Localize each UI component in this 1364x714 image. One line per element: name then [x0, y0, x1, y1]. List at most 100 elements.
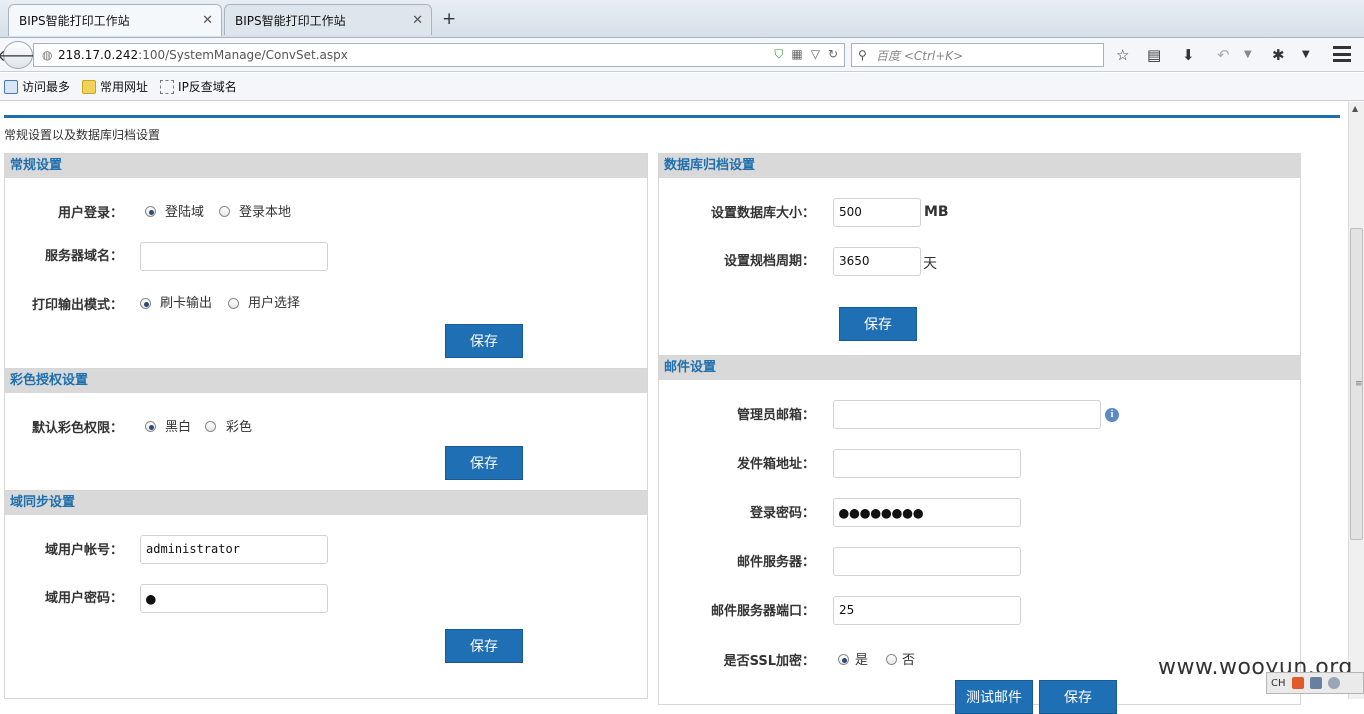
mail-port-label: 邮件服务器端口： — [710, 604, 815, 619]
tab-active[interactable]: BIPS智能打印工作站 ✕ — [8, 4, 222, 36]
globe-icon: ◍ — [42, 48, 53, 62]
domain-sync-panel: 域同步设置 域用户帐号： administrator 域用户密码： ● 保存 — [4, 490, 648, 699]
radio-label: 否 — [902, 653, 916, 668]
domain-account-input[interactable]: administrator — [140, 535, 328, 564]
mail-password-input[interactable]: ●●●●●●●● — [833, 498, 1021, 527]
dropdown-icon[interactable]: ▽ — [811, 47, 820, 62]
chevron-down-icon[interactable]: ▼ — [1302, 49, 1310, 60]
url-text: 218.17.0.242:100/SystemManage/ConvSet.as… — [58, 48, 348, 62]
radio-label: 登陆域 — [165, 205, 205, 220]
archive-period-input[interactable]: 3650 — [833, 247, 921, 276]
star-icon[interactable]: ☆ — [1116, 46, 1129, 64]
login-label: 用户登录： — [57, 206, 123, 221]
mail-server-input[interactable] — [833, 547, 1021, 576]
address-bar[interactable]: ◍ 218.17.0.242:100/SystemManage/ConvSet.… — [33, 43, 845, 67]
db-size-label: 设置数据库大小： — [710, 206, 815, 221]
general-save-button[interactable]: 保存 — [445, 324, 523, 358]
radio-label: 是 — [855, 653, 869, 668]
scrollbar-thumb[interactable]: ≡ — [1350, 228, 1363, 540]
radio-label: 黑白 — [165, 420, 192, 435]
extension-icon[interactable]: ✱ — [1272, 46, 1285, 64]
mail-server-label: 邮件服务器： — [736, 555, 815, 570]
scroll-up-icon[interactable]: ▲ — [1352, 104, 1358, 113]
color-color-radio[interactable] — [205, 421, 216, 432]
folder-icon — [82, 79, 97, 94]
print-mode-user-radio[interactable] — [228, 298, 239, 309]
clipboard-icon[interactable]: ▤ — [1147, 46, 1161, 64]
ssl-label: 是否SSL加密： — [723, 654, 815, 669]
info-icon[interactable]: i — [1105, 408, 1119, 422]
divider — [4, 115, 1340, 118]
domain-password-label: 域用户密码： — [44, 591, 123, 606]
search-bar[interactable]: ⚲ 百度 <Ctrl+K> — [851, 43, 1104, 67]
db-size-input[interactable]: 500 — [833, 198, 921, 227]
panel-heading: 常规设置 — [5, 154, 647, 178]
shield-icon[interactable]: ⛉ — [774, 47, 783, 62]
page-icon — [160, 79, 175, 94]
login-local-radio[interactable] — [219, 206, 230, 217]
login-domain-radio[interactable] — [145, 206, 156, 217]
back-button[interactable]: 🡐 — [0, 41, 39, 69]
color-save-button[interactable]: 保存 — [445, 446, 523, 480]
panel-heading: 彩色授权设置 — [5, 369, 647, 393]
db-size-unit: MB — [924, 204, 949, 220]
mail-port-input[interactable]: 25 — [833, 596, 1021, 625]
grip-icon: ≡ — [1355, 379, 1363, 389]
new-tab-icon[interactable]: + — [442, 9, 456, 29]
ssl-yes-radio[interactable] — [838, 654, 849, 665]
domain-sync-save-button[interactable]: 保存 — [445, 629, 523, 663]
download-icon[interactable]: ⬇ — [1182, 46, 1195, 64]
domain-password-input[interactable]: ● — [140, 584, 328, 613]
search-placeholder: 百度 <Ctrl+K> — [876, 48, 964, 63]
bookmarks-bar: 访问最多 常用网址 IP反查域名 — [0, 73, 1364, 101]
input-method-icon[interactable] — [1291, 677, 1304, 689]
bookmark-common-sites[interactable]: 常用网址 — [82, 78, 148, 95]
sender-input[interactable] — [833, 449, 1021, 478]
sender-label: 发件箱地址： — [736, 457, 815, 472]
domain-account-label: 域用户帐号： — [44, 543, 123, 558]
search-icon: ⚲ — [858, 48, 867, 62]
admin-email-input[interactable] — [833, 400, 1101, 429]
close-icon[interactable]: ✕ — [202, 13, 213, 28]
panel-heading: 邮件设置 — [659, 356, 1300, 380]
tab-strip: BIPS智能打印工作站 ✕ BIPS智能打印工作站 ✕ + — [0, 0, 1364, 38]
admin-email-label: 管理员邮箱： — [736, 408, 815, 423]
system-tray: CH — [1266, 672, 1364, 694]
tab-inactive[interactable]: BIPS智能打印工作站 ✕ — [224, 4, 432, 35]
chevron-down-icon[interactable]: ▼ — [1244, 49, 1252, 60]
navigation-bar: 🡐 ◍ 218.17.0.242:100/SystemManage/ConvSe… — [0, 38, 1364, 72]
mail-save-button[interactable]: 保存 — [1039, 680, 1117, 714]
tray-icon[interactable] — [1309, 677, 1322, 689]
tab-title: BIPS智能打印工作站 — [19, 14, 130, 28]
reload-icon[interactable]: ↻ — [828, 47, 838, 62]
archive-settings-panel: 数据库归档设置 设置数据库大小： 500 MB 设置规档周期： 3650 天 保… — [658, 153, 1301, 359]
radio-label: 用户选择 — [248, 296, 301, 311]
menu-icon[interactable] — [1333, 46, 1351, 62]
close-icon[interactable]: ✕ — [412, 13, 423, 28]
archive-save-button[interactable]: 保存 — [839, 307, 917, 341]
language-indicator[interactable]: CH — [1271, 678, 1286, 689]
print-mode-card-radio[interactable] — [140, 298, 151, 309]
bookmark-most-visited[interactable]: 访问最多 — [4, 78, 70, 95]
ssl-no-radio[interactable] — [886, 654, 897, 665]
help-icon[interactable] — [1327, 677, 1340, 689]
archive-period-unit: 天 — [923, 256, 937, 272]
color-bw-radio[interactable] — [145, 421, 156, 432]
page-content: 常规设置以及数据库归档设置 常规设置 用户登录： 登陆域 登录本地 服务器域名：… — [0, 102, 1348, 714]
scrollbar[interactable]: ▲ ≡ — [1348, 102, 1364, 699]
undo-icon[interactable]: ↶ — [1217, 46, 1230, 64]
archive-period-label: 设置规档周期： — [723, 254, 815, 269]
panel-heading: 域同步设置 — [5, 491, 647, 515]
radio-label: 彩色 — [226, 420, 253, 435]
mail-settings-panel: 邮件设置 管理员邮箱： i 发件箱地址： 登录密码： ●●●●●●●● 邮件服务… — [658, 355, 1301, 714]
print-mode-label: 打印输出模式： — [31, 298, 123, 313]
tab-title: BIPS智能打印工作站 — [235, 13, 346, 28]
bookmark-ip-lookup[interactable]: IP反查域名 — [160, 78, 237, 95]
panel-heading: 数据库归档设置 — [659, 154, 1300, 178]
qrcode-icon[interactable]: ▦ — [791, 47, 802, 62]
test-mail-button[interactable]: 测试邮件 — [955, 680, 1033, 714]
server-domain-input[interactable] — [140, 242, 328, 271]
color-settings-panel: 彩色授权设置 默认彩色权限： 黑白 彩色 保存 — [4, 368, 648, 492]
radio-label: 登录本地 — [239, 205, 292, 220]
default-color-label: 默认彩色权限： — [31, 421, 123, 436]
